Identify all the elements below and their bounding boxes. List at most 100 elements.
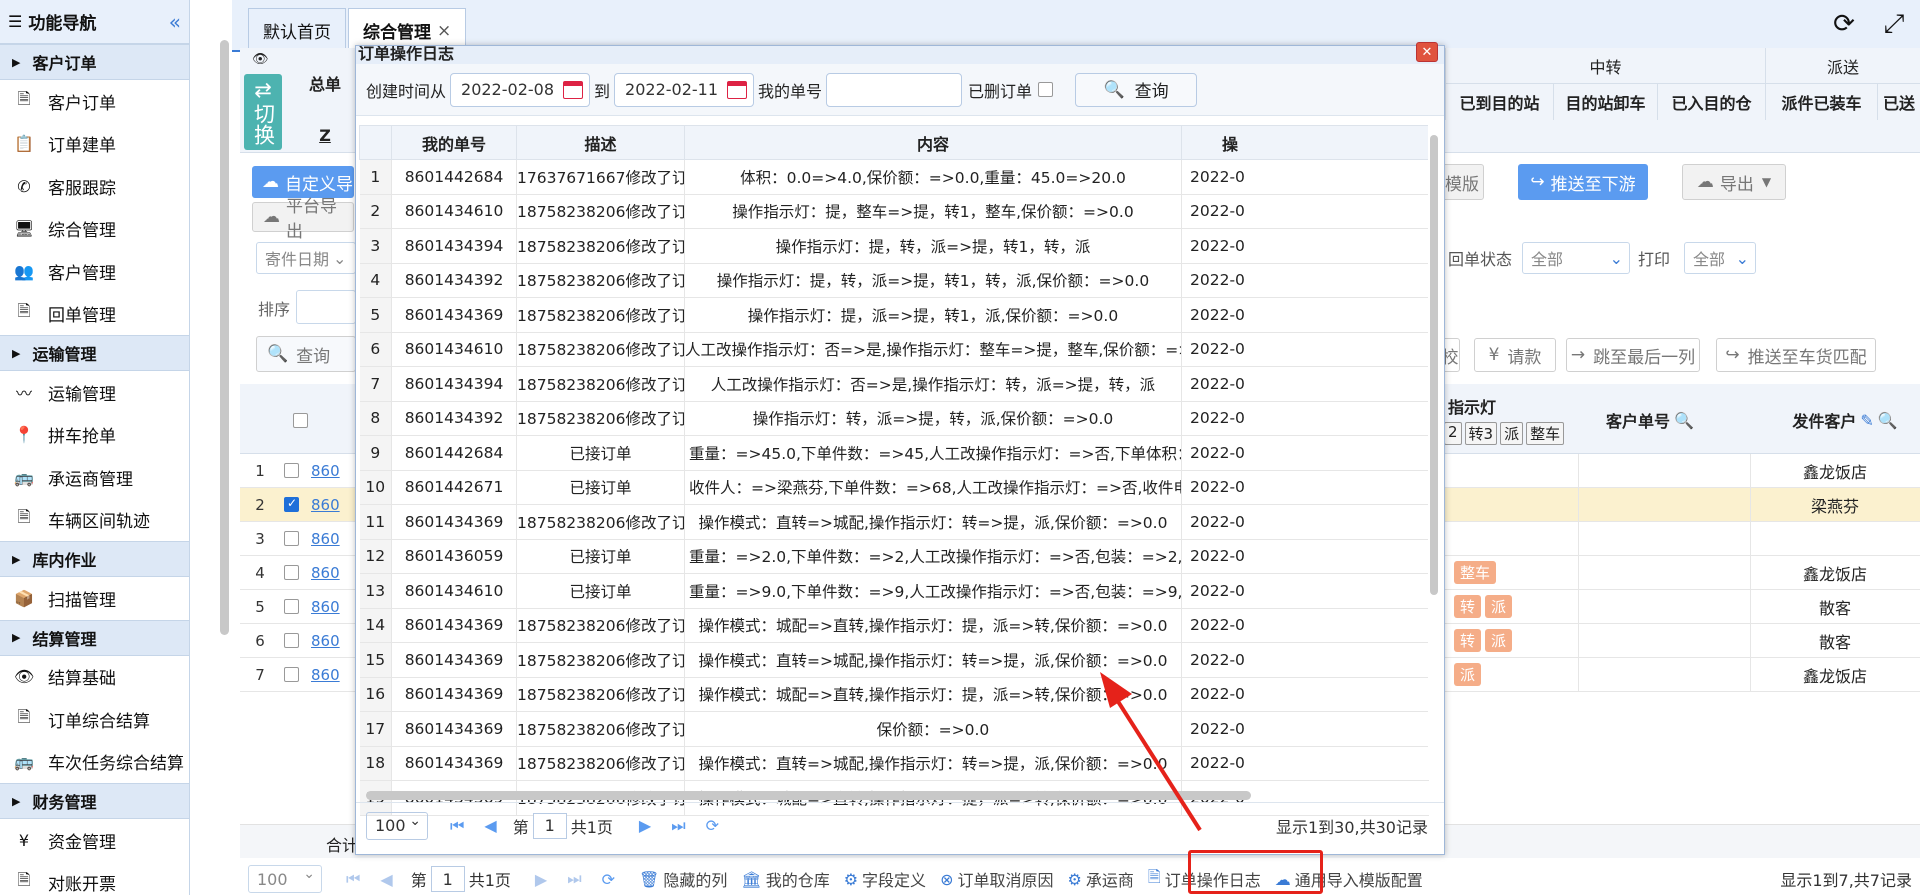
sidebar-item[interactable]: 📍 拼车抢单 [0,414,189,457]
table-row[interactable]: 7 8601434394 18758238206修改了订单 人工改操作指示灯：否… [359,366,1429,402]
date-to-input[interactable]: 2022-02-11 [614,72,755,107]
col-description[interactable]: 描述 [516,125,685,160]
sidebar-item[interactable]: 🗎 回单管理 [0,293,189,336]
sidebar-group[interactable]: ▶ 财务管理 [0,783,189,819]
eye-off-icon[interactable]: 👁 [252,52,269,67]
row-checkbox[interactable] [284,599,299,614]
collapse-icon[interactable]: « [169,10,181,34]
print-select[interactable]: 全部 ⌄ [1684,242,1756,274]
prev-page-icon[interactable]: ◀ [380,870,392,889]
search-icon[interactable]: 🔍 [1674,411,1694,430]
calendar-icon[interactable] [563,80,584,99]
switch-button[interactable]: ⇄ 切换 [244,74,282,150]
select-all-checkbox[interactable] [293,413,308,428]
close-icon[interactable]: ✕ [1416,42,1438,62]
row-checkbox[interactable] [284,531,299,546]
sidebar-scrollbar[interactable] [220,40,229,635]
sort-select[interactable] [296,290,356,324]
table-row[interactable]: 14 8601434369 18758238206修改了订单 操作模式：城配=>… [359,608,1429,643]
table-row[interactable]: 5 8601434369 18758238206修改了订单 操作指示灯：提，派=… [359,297,1429,333]
sidebar-item[interactable]: 🗎 车辆区间轨迹 [0,499,189,542]
bg-query-button[interactable]: 🔍 查询 [256,336,356,372]
table-row[interactable]: 3 8601434394 18758238206修改了订单 操作指示灯：提，转，… [359,228,1429,264]
sidebar-item[interactable]: 🗎 订单综合结算 [0,698,189,741]
sidebar-item[interactable]: 👁 结算基础 [0,656,189,699]
footer-link[interactable]: ⊗ 订单取消原因 [940,866,1053,893]
platform-export-button[interactable]: ☁ 平台导出 [252,197,354,242]
layout-button[interactable]: 模版 [1440,164,1484,200]
prev-page-icon[interactable]: ◀ [484,816,496,835]
search-icon[interactable]: 🔍 [1878,411,1898,430]
grid-column-header[interactable]: 已到目的站 [1445,84,1553,120]
table-row[interactable]: 16 8601434369 18758238206修改了订单 操作模式：城配=>… [359,677,1429,712]
footer-link[interactable]: 🗑 隐藏的列 [639,866,727,893]
sidebar-item[interactable]: 🚌 车次任务综合结算 [0,741,189,784]
grid-column-header[interactable]: 目的站卸车 [1553,84,1657,120]
grid-column-header[interactable]: 派件已装车 [1765,84,1877,120]
push-downstream-button[interactable]: ↪ 推送至下游 [1518,164,1648,200]
dialog-page-input[interactable]: 1 [532,812,567,839]
scroll-thumb[interactable] [1430,135,1438,595]
table-row[interactable]: 2 8601434610 18758238206修改了订单 操作指示灯：提，整车… [359,194,1429,229]
table-row[interactable]: 11 8601434369 18758238206修改了订单 操作模式：直转=>… [359,504,1429,540]
page-input[interactable]: 1 [430,866,465,892]
footer-link[interactable]: ⚙ 承运商 [1067,866,1133,893]
table-row[interactable]: 12 8601436059 已接订单 重量：=>2.0,下单件数：=>2,人工改… [359,539,1429,574]
next-page-icon[interactable]: ▶ [639,816,651,835]
row-checkbox[interactable] [284,496,299,512]
refresh-icon[interactable]: ⟳ [1826,6,1862,42]
export-button[interactable]: ☁ 导出 ▼ [1682,164,1786,200]
sidebar-item[interactable]: 〰运输管理 [0,371,189,414]
grid-column-header[interactable]: 已送 [1877,84,1920,120]
row-checkbox[interactable] [284,565,299,580]
request-payment-button[interactable]: ¥ 请款 [1474,338,1556,372]
last-page-icon[interactable]: ⏭ [671,816,685,836]
row-checkbox[interactable] [284,463,299,478]
order-no-link[interactable]: 860 [311,564,340,582]
sidebar-item[interactable]: 🖥 综合管理 [0,208,189,251]
sidebar-item[interactable]: 📋 订单建单 [0,123,189,166]
sidebar-item[interactable]: ✆ 客服跟踪 [0,165,189,208]
sidebar-group[interactable]: ▶ 运输管理 [0,335,189,371]
edit-icon[interactable]: ✎ [1860,411,1873,430]
table-row[interactable]: 10 8601442671 已接订单 收件人：=>梁燕芬,下单件数：=>68,人… [359,470,1429,505]
deleted-orders-checkbox[interactable] [1038,82,1054,97]
col-content[interactable]: 内容 [684,125,1182,160]
dialog-page-size-select[interactable]: 100 [366,811,428,840]
row-checkbox[interactable] [284,667,299,682]
footer-link[interactable]: ⚙ 字段定义 [844,866,926,893]
sidebar-group[interactable]: ▶ 库内作业 [0,541,189,577]
first-page-icon[interactable]: ⏮ [450,816,464,836]
footer-link[interactable]: 🏛 我的仓库 [741,866,829,893]
order-no-link[interactable]: 860 [311,496,340,514]
order-no-link[interactable]: 860 [311,666,340,684]
table-row[interactable]: 15 8601434369 18758238206修改了订单 操作模式：直转=>… [359,642,1429,678]
fullscreen-icon[interactable]: ⤢ [1876,6,1912,42]
refresh-icon[interactable]: ⟳ [602,870,615,889]
order-no-link[interactable]: 860 [311,632,340,650]
order-no-link[interactable]: 860 [311,530,340,548]
table-row[interactable]: 4 8601434392 18758238206修改了订单 操作指示灯：提，转，… [359,263,1429,298]
jump-last-column-button[interactable]: → 跳至最后一列 [1566,338,1700,372]
sidebar-item[interactable]: ¥ 资金管理 [0,819,189,862]
order-no-link[interactable]: 860 [311,462,340,480]
close-icon[interactable]: × [437,21,451,41]
refresh-icon[interactable]: ⟳ [706,816,719,835]
table-row[interactable]: 1 8601442684 17637671667修改了订单 体积：0.0=>4.… [359,159,1429,195]
page-size-select[interactable]: 100 [248,865,322,893]
date-type-select[interactable]: 寄件日期 ⌄ [256,242,356,274]
push-matching-button[interactable]: ↪ 推送至车货匹配 [1716,338,1876,372]
my-no-input[interactable] [826,72,963,107]
date-from-input[interactable]: 2022-02-08 [450,72,591,107]
sidebar-item[interactable]: 🗎 客户订单 [0,80,189,123]
next-page-icon[interactable]: ▶ [535,870,547,889]
last-page-icon[interactable]: ⏭ [567,869,581,889]
row-checkbox[interactable] [284,633,299,648]
table-row[interactable]: 6 8601434610 18758238206修改了订单 人工改操作指示灯：否… [359,332,1429,367]
sidebar-item[interactable]: 🗎 对账开票 [0,862,189,895]
sidebar-item[interactable]: 👥 客户管理 [0,250,189,293]
sidebar-group[interactable]: ▶ 客户订单 [0,44,189,80]
first-page-icon[interactable]: ⏮ [346,869,360,889]
sidebar-group[interactable]: ▶ 结算管理 [0,619,189,656]
calendar-icon[interactable] [727,80,748,99]
